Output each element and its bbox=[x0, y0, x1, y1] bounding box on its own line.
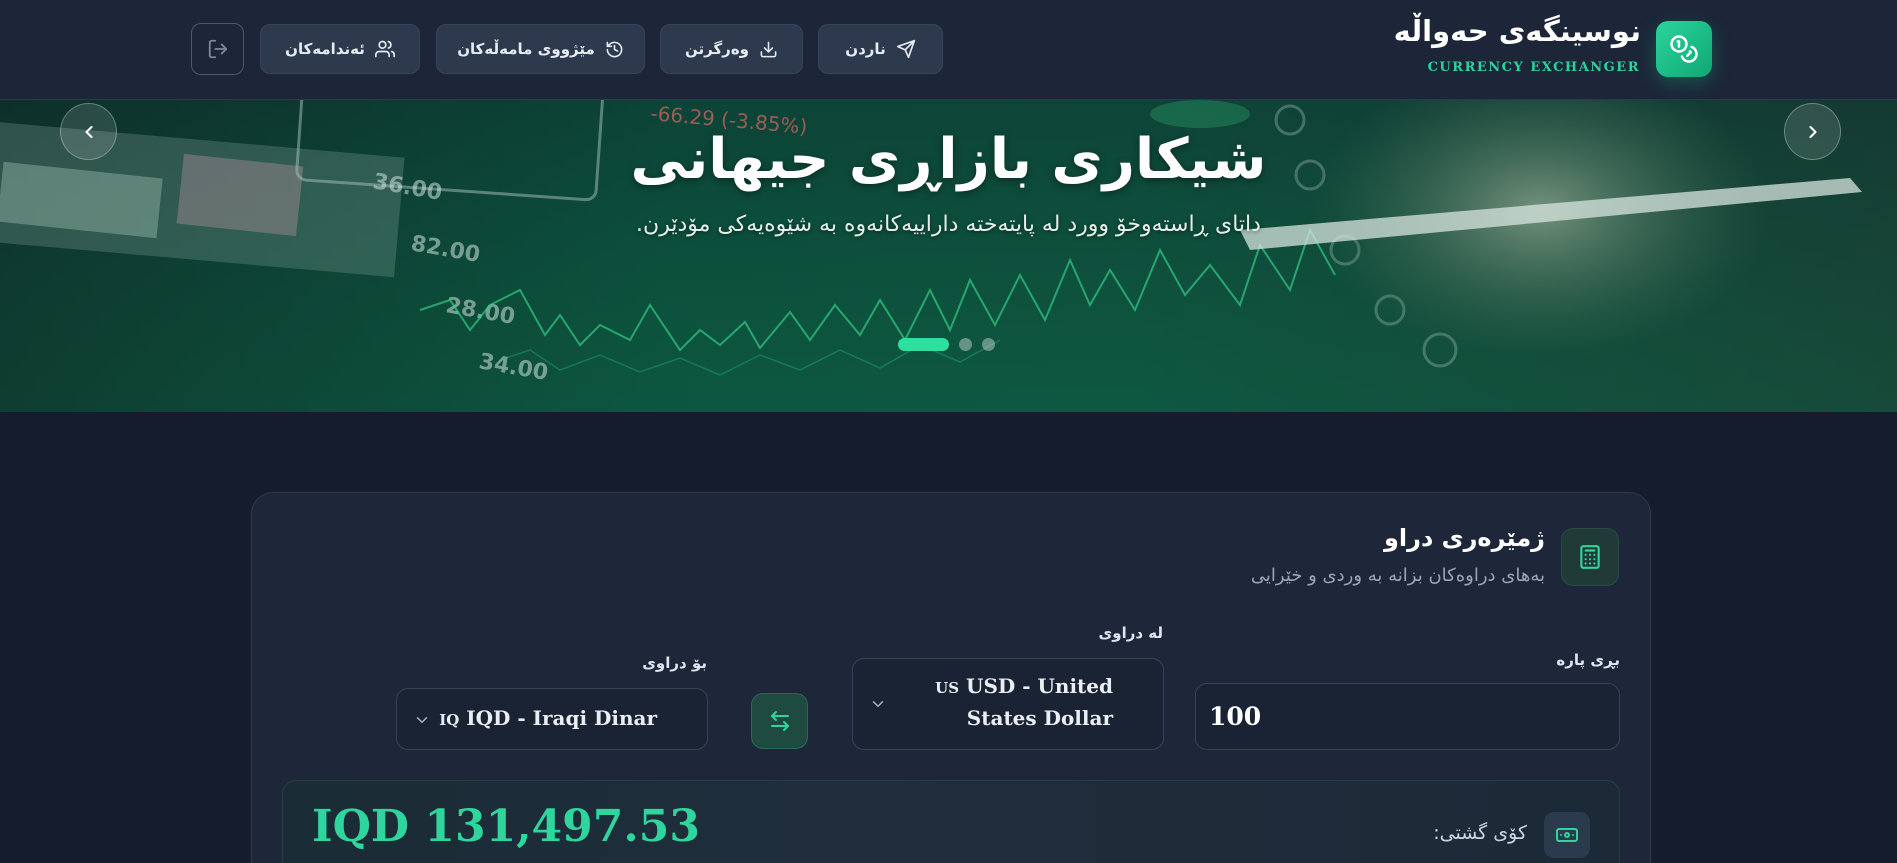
carousel-dot-2[interactable] bbox=[959, 338, 972, 351]
calculator-icon bbox=[1580, 545, 1600, 569]
brand-logo[interactable] bbox=[1656, 21, 1712, 77]
history-icon bbox=[606, 41, 623, 57]
converter-subtitle: بەهای دراوەکان بزانە بە وردی و خێرایی bbox=[1250, 565, 1545, 586]
paper-plane-icon bbox=[896, 39, 915, 59]
swap-arrows-icon bbox=[770, 711, 789, 731]
to-currency-text: IQD - Iraqi Dinar bbox=[466, 706, 657, 730]
carousel-dot-3[interactable] bbox=[982, 338, 995, 351]
brand-subtitle: CURRENCY EXCHANGER bbox=[1427, 60, 1640, 75]
to-currency-select[interactable]: IQ IQD - Iraqi Dinar bbox=[396, 688, 708, 750]
chevron-left-icon bbox=[84, 125, 93, 138]
result-icon-badge bbox=[1544, 812, 1590, 858]
nav-receive-button[interactable]: وەرگرتن bbox=[660, 24, 803, 74]
nav-history-label: مێژووی مامەڵەکان bbox=[457, 40, 595, 58]
to-currency-label: بۆ دراوی bbox=[642, 654, 707, 672]
calculator-badge bbox=[1561, 528, 1619, 586]
hero-prev-button[interactable] bbox=[60, 103, 117, 160]
carousel-indicators bbox=[898, 338, 995, 351]
nav-members-button[interactable]: ئەندامەکان bbox=[260, 24, 420, 74]
from-currency-value: US USD - United States Dollar bbox=[883, 671, 1113, 733]
hero-subtitle: داتای ڕاستەوخۆ وورد لە پایتەختە داراییەک… bbox=[636, 212, 1261, 237]
to-currency-value: IQ IQD - Iraqi Dinar bbox=[417, 703, 657, 735]
nav-receive-label: وەرگرتن bbox=[685, 40, 749, 58]
amount-label: بڕی پارە bbox=[1556, 651, 1620, 669]
logout-icon bbox=[208, 39, 227, 59]
nav-send-button[interactable]: ناردن bbox=[818, 24, 943, 74]
hero-title: شیکاری بازاڕی جیهانی bbox=[630, 127, 1267, 192]
to-currency-code: IQ bbox=[439, 711, 460, 729]
download-icon bbox=[760, 41, 777, 57]
from-currency-label: لە دراوی bbox=[1098, 624, 1164, 642]
nav-history-button[interactable]: مێژووی مامەڵەکان bbox=[436, 24, 645, 74]
nav-members-label: ئەندامەکان bbox=[285, 40, 365, 58]
from-currency-text: USD - United States Dollar bbox=[966, 674, 1113, 730]
coins-icon bbox=[1670, 35, 1698, 63]
chevron-down-icon bbox=[872, 701, 884, 707]
nav-send-label: ناردن bbox=[845, 40, 886, 58]
from-currency-select[interactable]: US USD - United States Dollar bbox=[852, 658, 1164, 750]
conversion-result-value: IQD 131,497.53 bbox=[312, 801, 700, 852]
hero-banner: 36.00 82.00 28.00 34.00 -66.29 (-3.85%) … bbox=[0, 100, 1897, 412]
converter-title: ژمێرەری دراو bbox=[1383, 524, 1545, 552]
conversion-result-label: کۆی گشتی: bbox=[1433, 822, 1527, 844]
from-currency-code: US bbox=[935, 679, 960, 697]
logout-button[interactable] bbox=[191, 23, 244, 75]
hero-next-button[interactable] bbox=[1784, 103, 1841, 160]
brand-title: نوسینگەی حەواڵە bbox=[1393, 14, 1641, 48]
carousel-dot-1[interactable] bbox=[898, 338, 949, 351]
top-header: نوسینگەی حەواڵە CURRENCY EXCHANGER ناردن… bbox=[0, 0, 1897, 100]
banknote-icon bbox=[1556, 828, 1578, 842]
users-icon bbox=[374, 40, 395, 58]
swap-currencies-button[interactable] bbox=[751, 693, 808, 749]
amount-input[interactable] bbox=[1195, 683, 1620, 750]
chevron-right-icon bbox=[1808, 125, 1817, 138]
chevron-down-icon bbox=[416, 717, 428, 723]
